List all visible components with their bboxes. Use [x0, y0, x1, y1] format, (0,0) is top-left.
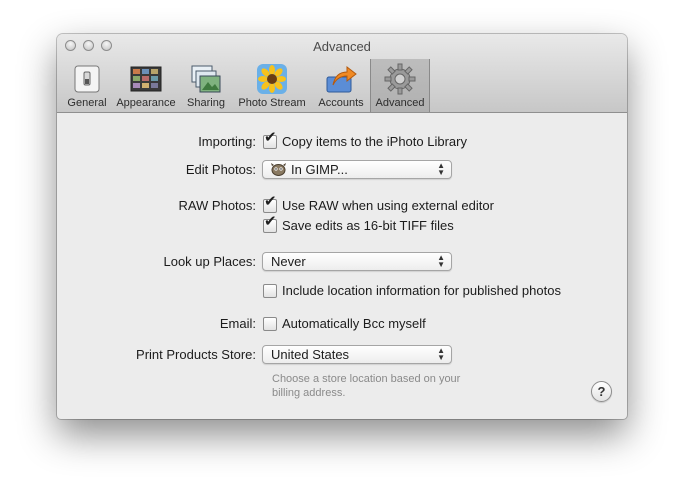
- tab-appearance[interactable]: Appearance: [112, 59, 180, 112]
- popup-value: United States: [271, 347, 350, 362]
- edit-photos-popup[interactable]: In GIMP... ▲ ▼: [262, 160, 452, 179]
- chevron-up-down-icon: ▲ ▼: [437, 161, 445, 177]
- use-raw-checkbox[interactable]: ✔ Use RAW when using external editor: [263, 193, 494, 213]
- tab-label: General: [67, 97, 107, 109]
- checkbox-label: Save edits as 16-bit TIFF files: [282, 218, 454, 233]
- chevron-up-down-icon: ▲ ▼: [437, 253, 445, 269]
- tab-label: Appearance: [116, 97, 176, 109]
- accounts-icon: [325, 63, 357, 95]
- look-up-places-popup[interactable]: Never ▲ ▼: [262, 252, 452, 271]
- auto-bcc-checkbox[interactable]: Automatically Bcc myself: [263, 316, 426, 331]
- tab-advanced[interactable]: Advanced: [370, 59, 430, 112]
- include-location-checkbox[interactable]: Include location information for publish…: [263, 283, 561, 298]
- checkbox-box[interactable]: ✔: [263, 213, 277, 233]
- checkbox-label: Copy items to the iPhoto Library: [282, 134, 467, 149]
- email-label: Email:: [219, 316, 256, 331]
- checkbox-box[interactable]: [263, 283, 277, 298]
- appearance-icon: [130, 63, 162, 95]
- tab-accounts[interactable]: Accounts: [312, 59, 370, 112]
- tab-sharing[interactable]: Sharing: [180, 59, 232, 112]
- checkbox-label: Use RAW when using external editor: [282, 198, 494, 213]
- chevron-up-down-icon: ▲ ▼: [437, 346, 445, 362]
- print-store-hint: Choose a store location based on your bi…: [272, 372, 460, 400]
- checkbox-box[interactable]: [263, 316, 277, 331]
- toolbar: Advanced General Appearance Sharing Phot…: [57, 34, 627, 113]
- help-button[interactable]: ?: [591, 381, 612, 402]
- checkmark-icon: ✔: [264, 192, 277, 210]
- copy-items-checkbox[interactable]: ✔ Copy items to the iPhoto Library: [263, 129, 467, 149]
- tab-label: Sharing: [187, 97, 225, 109]
- print-store-label: Print Products Store:: [136, 347, 256, 362]
- tab-label: Accounts: [318, 97, 364, 109]
- general-icon: [71, 63, 103, 95]
- advanced-pane: Importing: ✔ Copy items to the iPhoto Li…: [57, 113, 627, 419]
- tab-label: Advanced: [375, 97, 425, 109]
- gear-icon: [384, 63, 416, 95]
- popup-value: Never: [271, 254, 306, 269]
- save-16bit-checkbox[interactable]: ✔ Save edits as 16-bit TIFF files: [263, 213, 454, 233]
- tab-photo-stream[interactable]: Photo Stream: [232, 59, 312, 112]
- checkmark-icon: ✔: [264, 128, 277, 146]
- hint-line: billing address.: [272, 387, 346, 399]
- tab-label: Photo Stream: [238, 97, 306, 109]
- look-up-places-label: Look up Places:: [163, 254, 256, 269]
- sharing-icon: [190, 63, 222, 95]
- tab-general[interactable]: General: [62, 59, 112, 112]
- hint-line: Choose a store location based on your: [272, 373, 461, 385]
- checkbox-label: Automatically Bcc myself: [282, 316, 426, 331]
- print-store-popup[interactable]: United States ▲ ▼: [262, 345, 452, 364]
- popup-value: In GIMP...: [291, 162, 348, 177]
- importing-label: Importing:: [198, 134, 256, 149]
- gimp-icon: [271, 163, 286, 176]
- preferences-window: Advanced General Appearance Sharing Phot…: [57, 34, 627, 419]
- window-title: Advanced: [313, 39, 371, 54]
- checkbox-box[interactable]: ✔: [263, 129, 277, 149]
- raw-photos-label: RAW Photos:: [178, 198, 256, 213]
- preference-tabs: General Appearance Sharing Photo Stream …: [62, 59, 430, 112]
- checkbox-box[interactable]: ✔: [263, 193, 277, 213]
- checkmark-icon: ✔: [264, 212, 277, 230]
- edit-photos-label: Edit Photos:: [185, 162, 256, 177]
- checkbox-label: Include location information for publish…: [282, 283, 561, 298]
- photo-stream-icon: [256, 63, 288, 95]
